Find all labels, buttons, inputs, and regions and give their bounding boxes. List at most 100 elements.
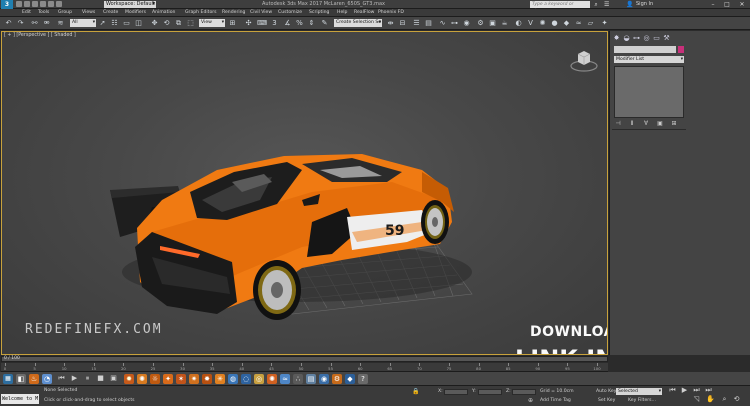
menu-graph-editors[interactable]: Graph Editors bbox=[185, 9, 217, 17]
reset-icon[interactable]: ▣ bbox=[109, 374, 118, 383]
liquid-icon[interactable]: ◔ bbox=[42, 374, 52, 384]
x-coord-field[interactable] bbox=[444, 389, 468, 395]
realflow-icon[interactable]: ✦ bbox=[600, 19, 609, 28]
undo-icon[interactable] bbox=[40, 1, 46, 7]
menu-realflow[interactable]: RealFlow bbox=[354, 9, 374, 17]
fire-force-icon[interactable]: ✸ bbox=[202, 374, 212, 384]
render-production-icon[interactable]: ☕ bbox=[500, 19, 509, 28]
rectangular-selection-icon[interactable]: ▭ bbox=[122, 19, 131, 28]
select-move-icon[interactable]: ✥ bbox=[150, 19, 159, 28]
rendered-frame-window-icon[interactable]: ▣ bbox=[488, 19, 497, 28]
search-input[interactable]: Type a keyword or phrase bbox=[530, 1, 590, 14]
set-key-button[interactable]: Set Key bbox=[598, 398, 615, 403]
project-folder-icon[interactable] bbox=[56, 1, 62, 7]
menu-rendering[interactable]: Rendering bbox=[222, 9, 245, 17]
perspective-viewport[interactable]: [ + ] [Perspective ] [ Shaded ] 59 REDEF… bbox=[1, 31, 608, 355]
voxel-icon[interactable]: ▤ bbox=[306, 374, 316, 384]
user-icon[interactable]: 👤 bbox=[626, 1, 633, 8]
mesher-icon[interactable]: ◆ bbox=[345, 374, 355, 384]
select-rotate-icon[interactable]: ⟲ bbox=[162, 19, 171, 28]
field-of-view-icon[interactable]: ◹ bbox=[692, 395, 701, 404]
vray-sphere-icon[interactable]: ● bbox=[550, 19, 559, 28]
make-unique-icon[interactable]: ∀ bbox=[642, 120, 650, 127]
modifier-list-select[interactable]: Modifier List bbox=[614, 56, 684, 63]
liquid-source-icon[interactable]: ◍ bbox=[228, 374, 238, 384]
particle-shader-icon[interactable]: ∴ bbox=[293, 374, 303, 384]
foam-icon[interactable]: ◎ bbox=[254, 374, 264, 384]
vray-frame-buffer-icon[interactable]: ◐ bbox=[514, 19, 523, 28]
add-time-tag[interactable]: Add Time Tag bbox=[540, 398, 571, 403]
save-file-icon[interactable] bbox=[32, 1, 38, 7]
undo-icon[interactable]: ↶ bbox=[4, 19, 13, 28]
track-bar[interactable]: 0 5 10 15 20 25 30 35 40 45 50 55 60 65 70 75 80 85 90 95 10… bbox=[1, 363, 608, 372]
vray-plane-icon[interactable]: ▱ bbox=[586, 19, 595, 28]
vray-light-icon[interactable]: ✺ bbox=[538, 19, 547, 28]
spinner-snap-icon[interactable]: ⇕ bbox=[307, 19, 316, 28]
modifier-stack[interactable] bbox=[614, 66, 684, 118]
object-name-field[interactable] bbox=[614, 46, 676, 53]
help-icon[interactable]: ? bbox=[358, 374, 368, 384]
curve-editor-icon[interactable]: ∿ bbox=[438, 19, 447, 28]
time-tag-icon[interactable]: ⊕ bbox=[528, 397, 536, 404]
next-frame-icon[interactable]: ⏭ bbox=[692, 386, 701, 395]
liquid-grid-icon[interactable]: ◌ bbox=[241, 374, 251, 384]
close-button[interactable]: ✕ bbox=[735, 0, 749, 9]
percent-snap-icon[interactable]: % bbox=[295, 19, 304, 28]
select-manipulate-icon[interactable]: ✣ bbox=[244, 19, 253, 28]
remove-modifier-icon[interactable]: ▣ bbox=[656, 120, 664, 127]
menu-modifiers[interactable]: Modifiers bbox=[125, 9, 146, 17]
prev-frame-icon[interactable]: ⏮ bbox=[668, 386, 677, 395]
redo-icon[interactable] bbox=[48, 1, 54, 7]
workspace-select[interactable]: Workspace: Default bbox=[104, 1, 156, 8]
search-icon[interactable]: ⌕ bbox=[592, 1, 600, 8]
menu-civil-view[interactable]: Civil View bbox=[250, 9, 272, 17]
y-coord-field[interactable] bbox=[478, 389, 502, 395]
maxscript-listener[interactable]: Welcome to M bbox=[1, 394, 39, 404]
fire-emitter-icon[interactable]: ☼ bbox=[150, 374, 160, 384]
edit-named-selection-icon[interactable]: ✎ bbox=[320, 19, 329, 28]
subscription-icon[interactable]: ☰ bbox=[604, 1, 611, 8]
layers-icon[interactable]: ◧ bbox=[16, 374, 26, 384]
fire-source-icon[interactable]: ✹ bbox=[124, 374, 134, 384]
object-color-swatch[interactable] bbox=[678, 46, 684, 53]
configure-sets-icon[interactable]: ⊞ bbox=[670, 120, 678, 127]
go-to-end-icon[interactable]: ⏭ bbox=[704, 386, 713, 395]
display-tab-icon[interactable]: ▭ bbox=[652, 34, 661, 43]
window-crossing-icon[interactable]: ◫ bbox=[134, 19, 143, 28]
menu-animation[interactable]: Animation bbox=[152, 9, 175, 17]
link-icon[interactable]: ⚯ bbox=[30, 19, 39, 28]
select-by-name-icon[interactable]: ☷ bbox=[110, 19, 119, 28]
mirror-icon[interactable]: ⇹ bbox=[386, 19, 395, 28]
menu-tools[interactable]: Tools bbox=[38, 9, 49, 17]
key-filters-button[interactable]: Key Filters... bbox=[628, 398, 656, 403]
z-coord-field[interactable] bbox=[512, 389, 536, 395]
new-file-icon[interactable] bbox=[16, 1, 22, 7]
pan-icon[interactable]: ✋ bbox=[706, 395, 715, 404]
layer-explorer-icon[interactable]: ☰ bbox=[412, 19, 421, 28]
play-animation-icon[interactable]: ▶ bbox=[680, 386, 689, 395]
select-object-icon[interactable]: ➚ bbox=[98, 19, 107, 28]
snaps-toggle-icon[interactable]: 3 bbox=[270, 19, 279, 28]
menu-create[interactable]: Create bbox=[103, 9, 118, 17]
pin-stack-icon[interactable]: ⊣ bbox=[614, 120, 622, 127]
viewcube[interactable] bbox=[570, 46, 598, 76]
select-scale-icon[interactable]: ⧉ bbox=[174, 19, 183, 28]
pivot-center-icon[interactable]: ⊞ bbox=[228, 19, 237, 28]
schematic-view-icon[interactable]: ⊶ bbox=[450, 19, 459, 28]
vray-fur-icon[interactable]: ≈ bbox=[574, 19, 583, 28]
key-mode-select[interactable]: Selected bbox=[616, 388, 662, 395]
go-to-start-icon[interactable]: ⏮ bbox=[57, 374, 66, 383]
fire-preset-icon[interactable]: ✷ bbox=[189, 374, 199, 384]
menu-help[interactable]: Help bbox=[337, 9, 347, 17]
fire-sim-icon[interactable]: ✦ bbox=[163, 374, 173, 384]
keyboard-shortcut-icon[interactable]: ⌨ bbox=[257, 19, 267, 28]
zoom-icon[interactable]: ⌕ bbox=[720, 395, 729, 404]
fire-icon[interactable]: ♨ bbox=[29, 374, 39, 384]
utilities-tab-icon[interactable]: ⚒ bbox=[662, 34, 671, 43]
maximize-button[interactable]: □ bbox=[720, 0, 734, 9]
toggle-ribbon-icon[interactable]: ▤ bbox=[424, 19, 433, 28]
unlink-icon[interactable]: ⚮ bbox=[42, 19, 51, 28]
pause-icon[interactable]: ⏸ bbox=[83, 374, 92, 383]
lock-selection-icon[interactable]: 🔒 bbox=[412, 388, 420, 395]
bind-space-warp-icon[interactable]: ≋ bbox=[56, 19, 65, 28]
